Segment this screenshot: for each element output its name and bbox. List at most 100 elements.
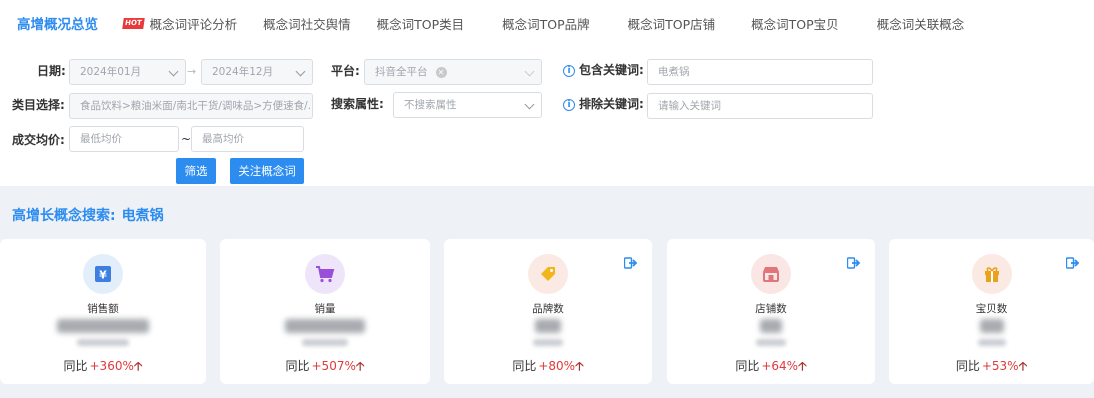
chevron-down-icon (295, 66, 306, 77)
category-label: 类目选择: (12, 98, 65, 112)
card-label: 店铺数 (755, 303, 787, 315)
shop-icon (763, 267, 779, 282)
card-label: 宝贝数 (975, 303, 1008, 315)
brands-icon-badge (528, 254, 568, 294)
card-label: 品牌数 (532, 303, 564, 315)
shops-icon-badge (751, 254, 791, 294)
platform-value: 抖音全平台 (375, 66, 428, 78)
tab-top-category[interactable]: 概念词TOP类目 (377, 14, 465, 33)
search-attr-value: 不搜索属性 (404, 99, 457, 111)
price-min-input[interactable]: 最低均价 (69, 126, 179, 152)
export-icon[interactable] (1066, 257, 1080, 269)
info-icon[interactable]: i (563, 99, 575, 111)
gift-icon (984, 267, 999, 282)
blurred-subvalue (977, 339, 1006, 346)
tab-label: 概念词TOP店铺 (627, 16, 716, 32)
chevron-down-icon (524, 66, 535, 77)
tab-label: 概念词关联概念 (876, 16, 965, 32)
sales-icon-badge: ¥ (83, 254, 123, 294)
blurred-subvalue (302, 339, 348, 346)
yuan-icon: ¥ (95, 266, 111, 282)
exclude-keyword-label: i 排除关键词: (563, 95, 644, 112)
tab-top-brand[interactable]: 概念词TOP品牌 (502, 14, 590, 33)
platform-select[interactable]: 抖音全平台 ✕ (364, 59, 542, 85)
section-title: 高增长概念搜索: 电煮锅 (12, 205, 164, 225)
tab-label: 概念词评论分析 (149, 16, 238, 32)
tag-icon (541, 267, 555, 281)
metric-card-shops: 店铺数 同比 +64%🡡 (667, 239, 875, 384)
arrow-up-icon: 🡡 (575, 359, 584, 373)
export-icon[interactable] (624, 257, 638, 269)
hot-badge: HOT (122, 17, 145, 29)
export-icon[interactable] (847, 257, 861, 269)
items-icon-badge (971, 254, 1012, 294)
clear-icon[interactable]: ✕ (435, 66, 447, 78)
cart-icon (316, 266, 335, 283)
platform-label: 平台: (331, 64, 360, 78)
arrow-up-icon: 🡡 (798, 359, 807, 373)
tab-comment-analysis[interactable]: HOT 概念词评论分析 (122, 14, 238, 33)
price-label: 成交均价: (12, 133, 65, 147)
follow-concept-button[interactable]: 关注概念词 (230, 158, 304, 184)
yoy-change: 同比 +360%🡡 (63, 359, 143, 373)
chevron-down-icon (168, 66, 179, 77)
tab-label: 概念词社交舆情 (263, 16, 351, 32)
tab-top-shop[interactable]: 概念词TOP店铺 (628, 14, 716, 33)
arrow-up-icon: 🡡 (133, 359, 143, 373)
arrow-up-icon: 🡡 (1018, 359, 1028, 373)
blurred-value (535, 319, 561, 333)
blurred-subvalue (533, 339, 563, 346)
metric-card-sales: ¥ 销售额 同比 +360%🡡 (0, 239, 206, 384)
category-value: 食品饮料>粮油米面/南北干货/调味品>方便速食/... (80, 100, 313, 112)
blurred-value (979, 319, 1004, 333)
yoy-change: 同比 +53%🡡 (955, 359, 1028, 373)
tab-label: 概念词TOP类目 (376, 16, 465, 32)
date-end-value: 2024年12月 (212, 66, 274, 78)
category-select[interactable]: 食品饮料>粮油米面/南北干货/调味品>方便速食/... (69, 93, 313, 119)
tab-label: 概念词TOP宝贝 (751, 16, 839, 32)
section-keyword: 电煮锅 (121, 208, 164, 224)
tab-top-item[interactable]: 概念词TOP宝贝 (751, 14, 839, 33)
price-max-input[interactable]: 最高均价 (191, 126, 304, 152)
filter-panel: 日期: 2024年01月 → 2024年12月 平台: 抖音全平台 ✕ i 包含关键… (0, 46, 1094, 186)
blurred-subvalue (77, 339, 129, 346)
blurred-value (57, 319, 149, 333)
section-title-label: 高增长概念搜索: (12, 208, 116, 224)
arrow-up-icon: 🡡 (355, 359, 365, 373)
search-attr-label: 搜索属性: (331, 97, 384, 111)
exclude-keyword-placeholder: 请输入关键词 (658, 100, 721, 112)
price-min-placeholder: 最低均价 (80, 133, 122, 145)
price-max-placeholder: 最高均价 (202, 133, 244, 145)
info-icon[interactable]: i (563, 65, 575, 77)
date-end-select[interactable]: 2024年12月 (201, 59, 313, 85)
metric-card-volume: 销量 同比 +507%🡡 (220, 239, 430, 384)
date-start-select[interactable]: 2024年01月 (69, 59, 186, 85)
svg-text:¥: ¥ (99, 269, 107, 282)
include-keyword-input[interactable]: 电煮锅 (647, 59, 873, 85)
metric-card-brands: 品牌数 同比 +80%🡡 (444, 239, 652, 384)
tab-bar: 高增概况总览 HOT 概念词评论分析 概念词社交舆情 概念词TOP类目 概念词TO… (0, 0, 1094, 46)
filter-button[interactable]: 筛选 (176, 158, 216, 184)
include-keyword-label: i 包含关键词: (563, 61, 644, 78)
yoy-change: 同比 +80%🡡 (512, 359, 584, 373)
tab-label: 概念词TOP品牌 (502, 16, 590, 32)
search-attr-select[interactable]: 不搜索属性 (393, 92, 542, 118)
blurred-subvalue (756, 339, 786, 346)
blurred-value (285, 319, 365, 333)
tab-social-sentiment[interactable]: 概念词社交舆情 (263, 14, 351, 33)
range-tilde: ~ (181, 132, 192, 146)
card-label: 销售额 (87, 303, 119, 315)
metric-card-items: 宝贝数 同比 +53%🡡 (889, 239, 1094, 384)
blurred-value (760, 319, 782, 333)
yoy-change: 同比 +507%🡡 (285, 359, 365, 373)
volume-icon-badge (305, 254, 345, 294)
card-label: 销量 (314, 303, 336, 315)
yoy-change: 同比 +64%🡡 (735, 359, 807, 373)
chevron-down-icon (524, 99, 535, 110)
tab-label: 高增概况总览 (17, 17, 98, 33)
tab-related-concepts[interactable]: 概念词关联概念 (877, 14, 965, 33)
date-start-value: 2024年01月 (80, 66, 142, 78)
tab-overview[interactable]: 高增概况总览 (17, 13, 98, 33)
exclude-keyword-input[interactable]: 请输入关键词 (647, 93, 873, 119)
range-arrow-icon: → (187, 65, 197, 78)
